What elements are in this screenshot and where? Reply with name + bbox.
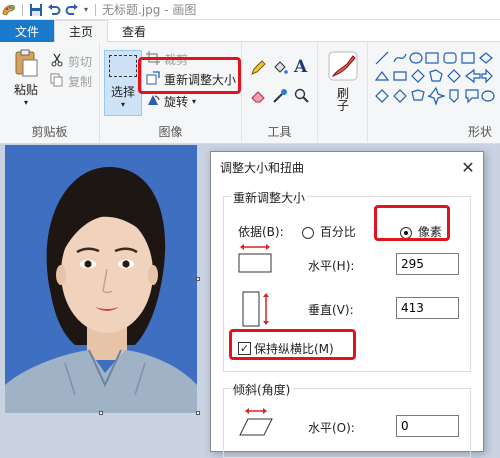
- copy-icon: [50, 73, 64, 90]
- skew-group-title: 倾斜(角度): [230, 381, 294, 398]
- percent-label: 百分比: [319, 225, 356, 239]
- paste-button[interactable]: 粘贴 ▾: [8, 48, 44, 107]
- customize-toolbar-icon[interactable]: ▾: [81, 1, 91, 19]
- ribbon-tabs: 文件 主页 查看: [0, 20, 500, 43]
- resize-handle-right[interactable]: [196, 277, 200, 281]
- redo-icon[interactable]: [63, 1, 81, 19]
- horizontal-skew-icon: [238, 407, 274, 442]
- keep-ratio-checkbox[interactable]: ✓ 保持纵横比(M): [238, 340, 334, 357]
- pencil-icon[interactable]: [250, 60, 266, 79]
- scissors-icon: [50, 53, 64, 70]
- image-group: 选择 ▾ 裁剪 重新调整大小 旋转 ▾ 图像: [100, 42, 242, 144]
- pixels-radio-circle: [400, 226, 412, 239]
- tools-group: A 工具: [242, 42, 318, 144]
- tab-home[interactable]: 主页: [54, 20, 109, 43]
- resize-skew-dialog: 调整大小和扭曲 ✕ 重新调整大小 依据(B): 百分比 像素 水平(H): 垂直…: [210, 151, 484, 458]
- close-icon[interactable]: ✕: [453, 152, 483, 182]
- eraser-icon[interactable]: [250, 88, 266, 107]
- image-group-label: 图像: [158, 125, 183, 139]
- dialog-title: 调整大小和扭曲: [220, 160, 305, 175]
- vertical-label: 垂直(V):: [308, 303, 354, 317]
- pixels-radio[interactable]: 像素: [400, 223, 442, 240]
- pixels-label: 像素: [417, 225, 442, 239]
- window-title: 无标题.jpg - 画图: [102, 3, 197, 17]
- portrait-photo[interactable]: [5, 145, 197, 413]
- undo-icon[interactable]: [45, 1, 63, 19]
- crop-button[interactable]: 裁剪: [146, 50, 188, 68]
- crop-label: 裁剪: [164, 52, 189, 67]
- shapes-group-label: 形状: [467, 125, 492, 139]
- copy-label: 复制: [68, 74, 93, 89]
- keep-ratio-label: 保持纵横比(M): [254, 342, 334, 356]
- brushes-button[interactable]: 刷子: [324, 50, 362, 111]
- horizontal-label: 水平(H):: [308, 259, 355, 273]
- resize-label: 重新调整大小: [164, 72, 237, 87]
- separator: [95, 3, 96, 16]
- dialog-title-bar: 调整大小和扭曲 ✕: [211, 152, 483, 182]
- tab-file[interactable]: 文件: [0, 20, 54, 42]
- resize-group-title: 重新调整大小: [230, 189, 309, 206]
- title-bar: ▾ 无标题.jpg - 画图: [0, 0, 500, 20]
- copy-button[interactable]: 复制: [50, 72, 92, 90]
- clipboard-group-label: 剪贴板: [31, 125, 68, 139]
- ribbon: 粘贴 ▾ 剪切 复制 剪贴板 选择 ▾ 裁剪 重新调整大小 旋转 ▾ 图像 A …: [0, 42, 500, 144]
- paint-app-icon[interactable]: [0, 1, 18, 19]
- select-button[interactable]: 选择 ▾: [104, 50, 142, 116]
- horizontal-resize-icon: [238, 243, 272, 276]
- skew-fieldset: 倾斜(角度) 水平(O):: [223, 381, 471, 458]
- clipboard-group: 粘贴 ▾ 剪切 复制 剪贴板: [0, 42, 100, 144]
- select-rectangle-icon: [109, 55, 137, 77]
- by-label: 依据(B):: [238, 225, 284, 239]
- cut-label: 剪切: [68, 54, 93, 69]
- horizontal-input[interactable]: [396, 253, 459, 275]
- resize-handle-bottom[interactable]: [99, 411, 103, 415]
- skew-horizontal-input[interactable]: [396, 415, 459, 437]
- rotate-label: 旋转: [164, 94, 189, 109]
- percent-radio-circle: [302, 226, 314, 239]
- chevron-down-icon: ▾: [192, 96, 197, 106]
- skew-horizontal-label: 水平(O):: [308, 421, 355, 435]
- tab-view[interactable]: 查看: [108, 20, 160, 42]
- color-picker-icon[interactable]: [272, 88, 288, 107]
- save-icon[interactable]: [27, 1, 45, 19]
- shapes-gallery[interactable]: [374, 50, 498, 112]
- fill-bucket-icon[interactable]: [272, 60, 288, 79]
- text-icon[interactable]: A: [294, 57, 307, 77]
- magnifier-icon[interactable]: [294, 88, 310, 107]
- paste-label: 粘贴: [13, 83, 38, 97]
- select-label: 选择: [110, 85, 135, 99]
- resize-fieldset: 重新调整大小 依据(B): 百分比 像素 水平(H): 垂直(V): ✓ 保持纵…: [223, 189, 471, 372]
- rotate-icon: [146, 93, 160, 110]
- percent-radio[interactable]: 百分比: [302, 223, 356, 240]
- vertical-resize-icon: [242, 291, 272, 330]
- cut-button[interactable]: 剪切: [50, 52, 92, 70]
- vertical-input[interactable]: [396, 297, 459, 319]
- brush-icon: [327, 51, 359, 85]
- tools-group-label: 工具: [267, 125, 292, 139]
- shapes-group: 形状: [368, 42, 500, 144]
- paste-icon: [13, 49, 39, 81]
- crop-icon: [146, 50, 160, 68]
- rotate-button[interactable]: 旋转 ▾: [146, 92, 196, 110]
- brushes-label: 刷子: [335, 87, 350, 111]
- check-icon: ✓: [238, 342, 251, 355]
- resize-icon: [146, 70, 160, 88]
- resize-button[interactable]: 重新调整大小: [146, 70, 236, 88]
- resize-handle-corner[interactable]: [196, 411, 200, 415]
- separator: [22, 3, 23, 16]
- brushes-group: 刷子: [318, 42, 368, 144]
